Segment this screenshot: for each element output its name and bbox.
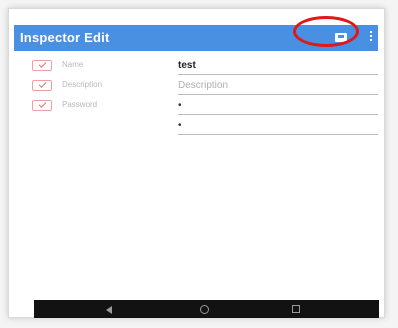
confirm-password-field[interactable]: •: [178, 120, 378, 135]
password-field[interactable]: •: [178, 100, 378, 115]
password-checkbox[interactable]: [32, 100, 52, 111]
description-label: Description: [62, 80, 103, 89]
app-bar-title: Inspector Edit: [20, 30, 110, 45]
password-label: Password: [62, 100, 98, 109]
system-nav-bar: [34, 300, 379, 318]
name-field[interactable]: test: [178, 60, 378, 75]
description-field[interactable]: Description: [178, 80, 378, 95]
back-icon[interactable]: [106, 306, 112, 314]
home-icon[interactable]: [200, 305, 209, 314]
name-label: Name: [62, 60, 84, 69]
save-button-highlight: [293, 16, 359, 47]
name-checkbox[interactable]: [32, 60, 52, 71]
overflow-menu-icon[interactable]: [370, 31, 373, 45]
device-frame: [8, 8, 385, 318]
recent-apps-icon[interactable]: [292, 305, 300, 313]
description-checkbox[interactable]: [32, 80, 52, 91]
